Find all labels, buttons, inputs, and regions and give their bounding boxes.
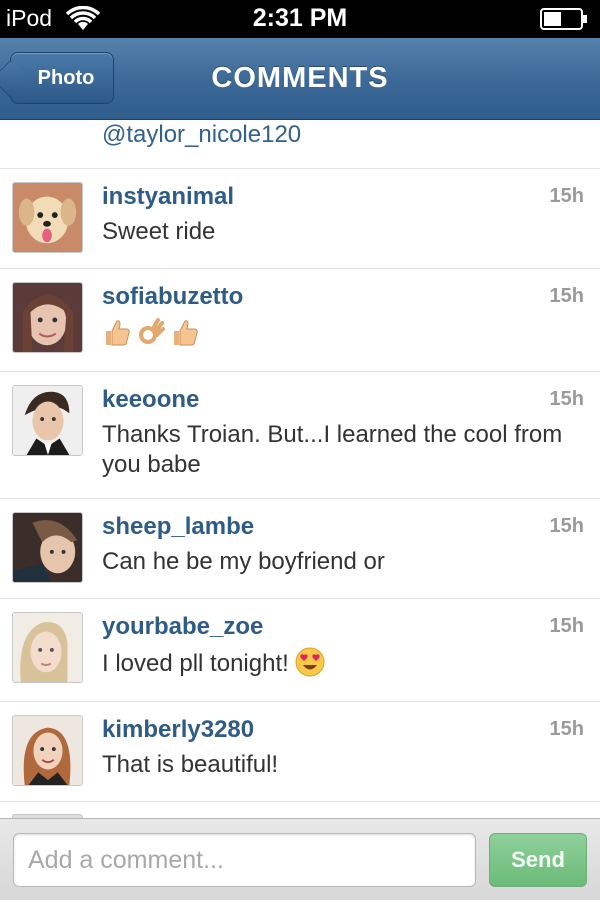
- comment-emojis: [102, 317, 200, 347]
- username-link[interactable]: keeoone: [102, 386, 199, 414]
- blonde-avatar[interactable]: [12, 612, 83, 683]
- man-avatar[interactable]: [12, 385, 83, 456]
- comment-row: instyanimal 15h Sweet ride: [0, 169, 600, 269]
- comment-text-content: I loved pll tonight!: [102, 650, 289, 677]
- status-bar: iPod 2:31 PM: [0, 0, 600, 38]
- comment-row: sofiabuzetto 15h: [0, 269, 600, 372]
- comment-text: Thanks Troian. But...I learned the cool …: [102, 421, 563, 478]
- comment-text: Sweet ride: [102, 218, 216, 245]
- comment-input[interactable]: [13, 833, 476, 887]
- thumbs-up-emoji-icon: [106, 320, 130, 346]
- comment-text: That is beautiful!: [102, 751, 279, 778]
- comment-row: keeoone 15h Thanks Troian. But...I learn…: [0, 372, 600, 499]
- page-title: COMMENTS: [211, 62, 389, 94]
- comment-bar: Send: [0, 818, 600, 900]
- battery-icon: [540, 8, 587, 30]
- comment-text: Can he be my boyfriend or: [102, 548, 385, 575]
- comment-row: kimberly3280 15h That is beautiful!: [0, 702, 600, 802]
- girl-avatar[interactable]: [12, 512, 83, 583]
- username-link[interactable]: sofiabuzetto: [102, 283, 243, 311]
- ok-hand-emoji-icon: [139, 318, 165, 344]
- username-link[interactable]: instyanimal: [102, 183, 234, 211]
- username-link[interactable]: yourbabe_zoe: [102, 613, 263, 641]
- nav-bar: Photo COMMENTS: [0, 38, 600, 120]
- list-item: [0, 802, 600, 818]
- comment-time: 15h: [549, 185, 584, 207]
- comment-row: yourbabe_zoe 15h I loved pll tonight!: [0, 599, 600, 702]
- comments-list[interactable]: @taylor_nicole120 instyanimal 15h Sweet …: [0, 121, 600, 818]
- puppy-avatar[interactable]: [12, 182, 83, 253]
- comment-time: 15h: [549, 615, 584, 637]
- woman-avatar[interactable]: [12, 282, 83, 353]
- comment-row: sheep_lambe 15h Can he be my boyfriend o…: [0, 499, 600, 599]
- comment-time: 15h: [549, 285, 584, 307]
- send-button[interactable]: Send: [489, 833, 587, 887]
- username-link[interactable]: kimberly3280: [102, 716, 254, 744]
- redhead-avatar[interactable]: [12, 715, 83, 786]
- status-time: 2:31 PM: [252, 4, 348, 32]
- username-link[interactable]: sheep_lambe: [102, 513, 254, 541]
- heart-eyes-emoji-icon: [295, 647, 325, 677]
- thumbs-up-emoji-icon: [174, 320, 198, 346]
- comment-time: 15h: [549, 515, 584, 537]
- mention-link[interactable]: @taylor_nicole120: [102, 121, 301, 149]
- list-item: @taylor_nicole120: [0, 121, 600, 169]
- comment-text: I loved pll tonight!: [102, 647, 572, 679]
- comment-time: 15h: [549, 718, 584, 740]
- comment-time: 15h: [549, 388, 584, 410]
